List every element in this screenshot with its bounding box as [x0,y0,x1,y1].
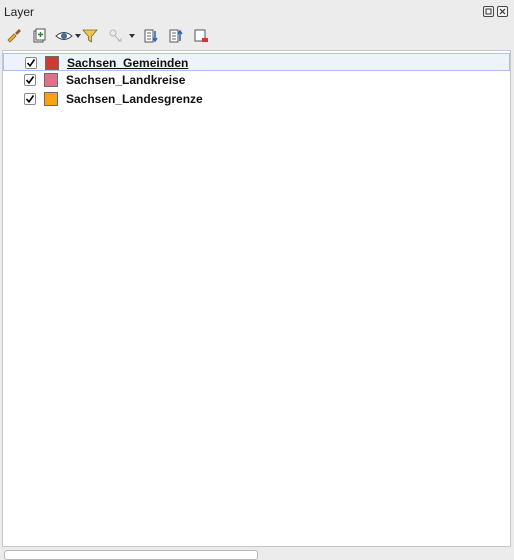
layer-row[interactable]: Sachsen_Landesgrenze [3,90,510,108]
layer-name[interactable]: Sachsen_Landesgrenze [66,92,203,106]
visibility-eye-icon[interactable] [54,26,74,46]
layer-visibility-checkbox[interactable] [24,74,36,86]
layer-symbol-swatch[interactable] [44,73,58,87]
filter-input[interactable] [4,550,258,560]
remove-layer-icon[interactable] [191,26,211,46]
filter-legend-icon[interactable] [106,26,126,46]
expand-all-icon[interactable] [141,26,161,46]
layer-tree: Sachsen_Gemeinden Sachsen_Landkreise Sac… [2,50,511,547]
chevron-down-icon[interactable] [129,34,135,38]
layer-toolbar [0,24,514,50]
layer-row[interactable]: Sachsen_Gemeinden [3,53,510,71]
float-icon[interactable] [483,6,494,17]
panel-title: Layer [4,5,35,19]
filter-icon[interactable] [80,26,100,46]
layer-symbol-swatch[interactable] [45,56,59,70]
add-group-icon[interactable] [29,26,49,46]
style-brush-icon[interactable] [4,26,24,46]
layer-name[interactable]: Sachsen_Gemeinden [67,56,188,70]
layer-visibility-checkbox[interactable] [25,57,37,69]
close-icon[interactable] [497,6,508,17]
layer-visibility-checkbox[interactable] [24,93,36,105]
layer-name[interactable]: Sachsen_Landkreise [66,73,185,87]
layer-symbol-swatch[interactable] [44,92,58,106]
layer-row[interactable]: Sachsen_Landkreise [3,71,510,89]
collapse-all-icon[interactable] [166,26,186,46]
panel-header: Layer [0,0,514,24]
